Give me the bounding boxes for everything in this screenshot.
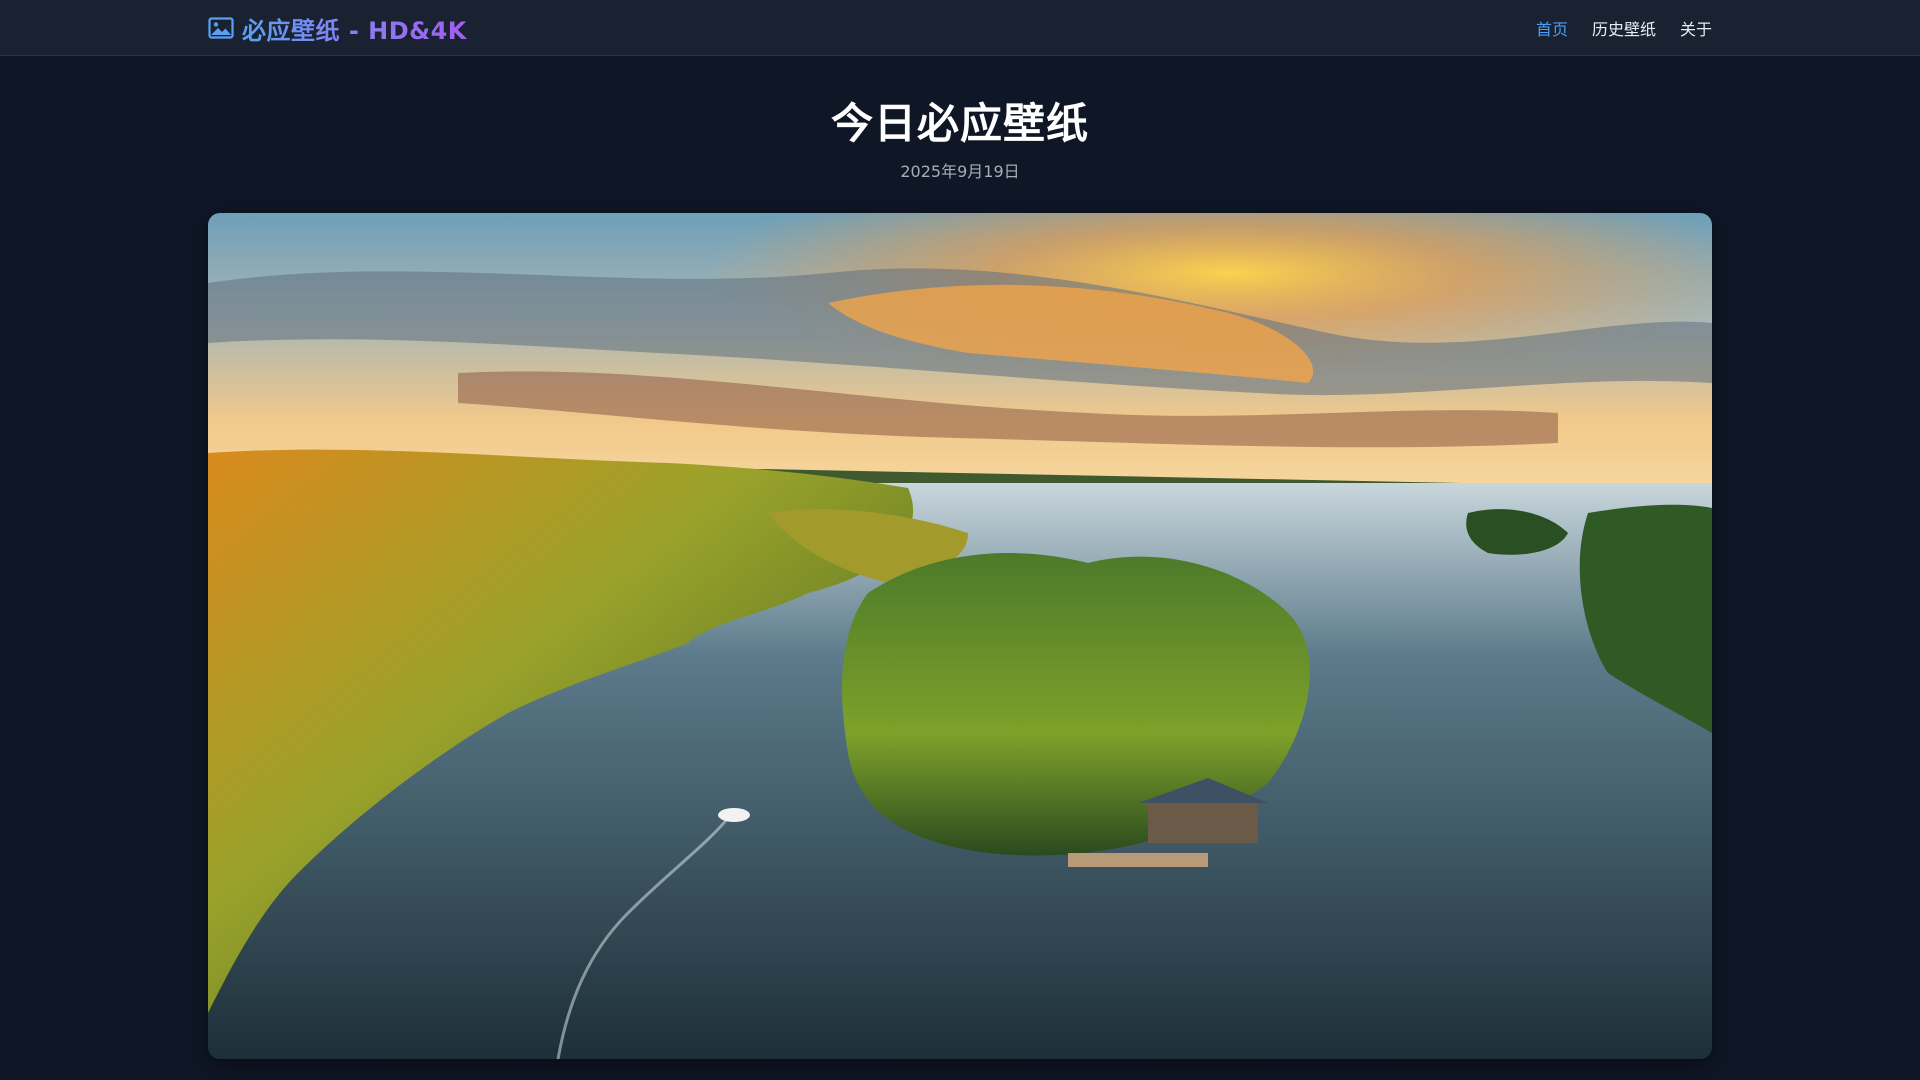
- brand-link[interactable]: 必应壁纸 - HD&4K: [208, 11, 467, 46]
- nav-history-wallpapers[interactable]: 历史壁纸: [1592, 16, 1656, 40]
- nav-home[interactable]: 首页: [1536, 16, 1568, 40]
- page-title: 今日必应壁纸: [830, 99, 1089, 148]
- wallpaper-date: 2025年9月19日: [900, 162, 1020, 181]
- main-nav: 首页 历史壁纸 关于: [1536, 16, 1712, 40]
- image-icon: [208, 17, 234, 39]
- brand-title: 必应壁纸 - HD&4K: [242, 11, 467, 46]
- wallpaper-illustration: [208, 213, 1712, 1059]
- wallpaper-image[interactable]: [208, 213, 1712, 1059]
- nav-about[interactable]: 关于: [1680, 16, 1712, 40]
- top-navbar: 必应壁纸 - HD&4K 首页 历史壁纸 关于: [0, 0, 1920, 56]
